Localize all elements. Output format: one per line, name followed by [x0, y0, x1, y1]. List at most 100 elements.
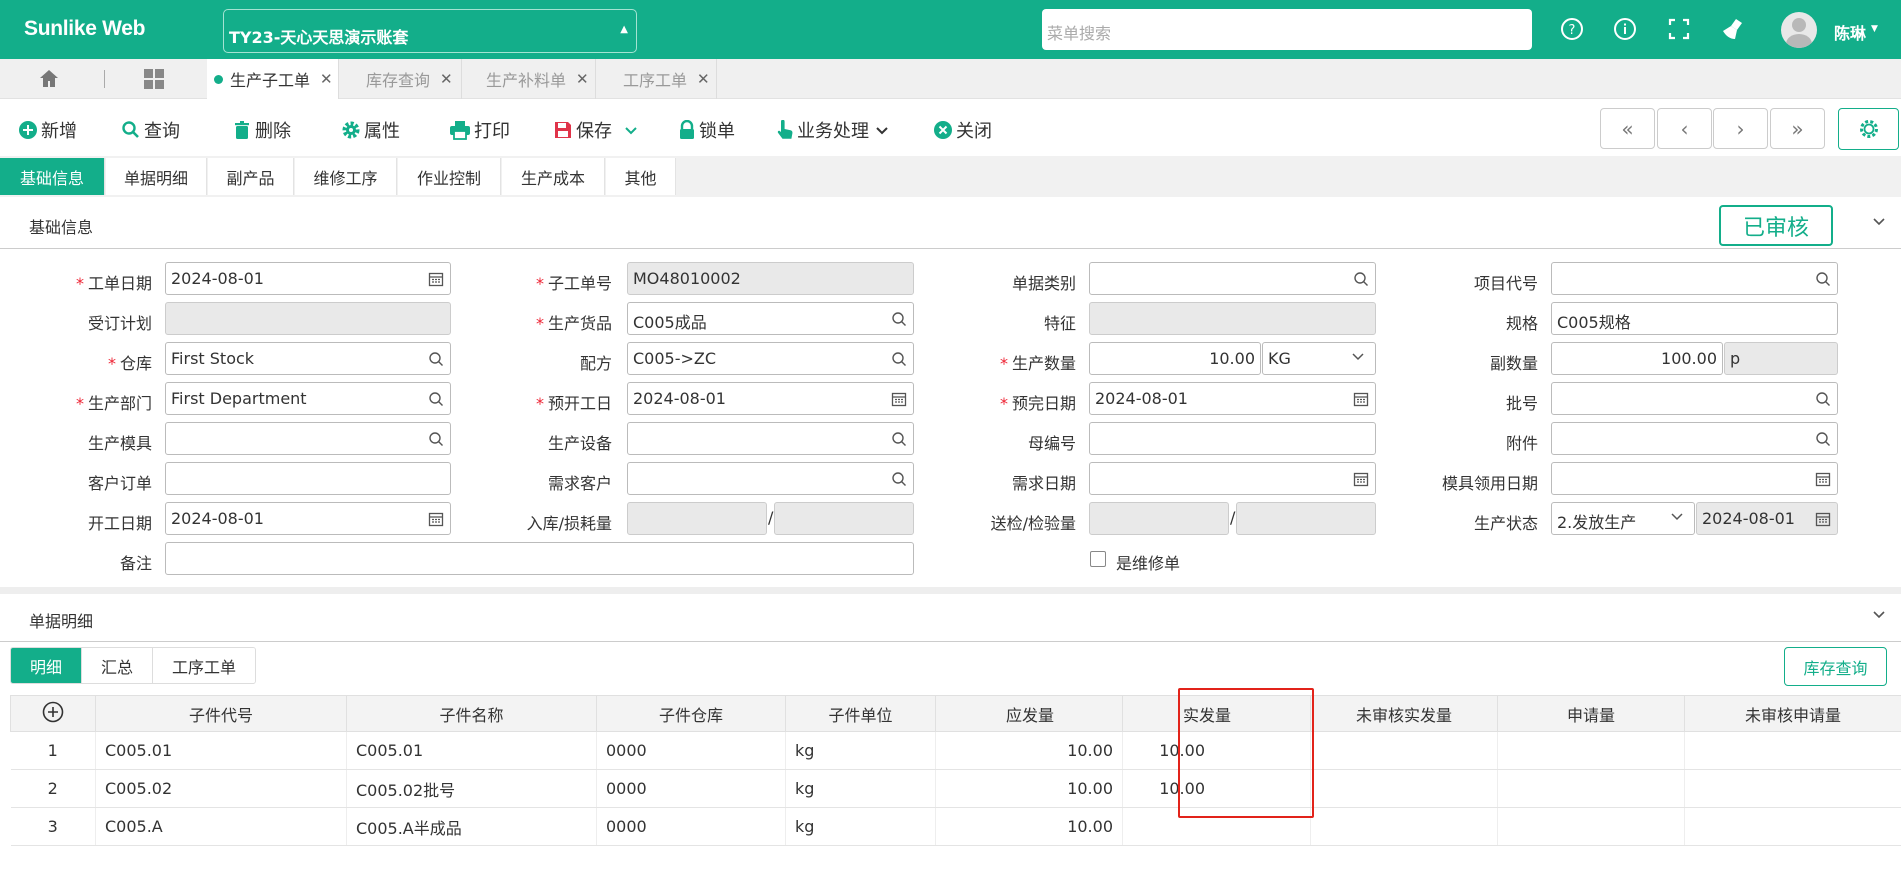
doc-type-field[interactable]	[1089, 262, 1376, 295]
sub-qty-field[interactable]: 100.00	[1551, 342, 1723, 375]
avatar[interactable]	[1781, 12, 1817, 48]
last-record-button[interactable]: »	[1770, 108, 1825, 149]
stock-query-button[interactable]: 库存查询	[1784, 647, 1887, 686]
delete-button[interactable]: 删除	[232, 117, 291, 143]
formula-field[interactable]: C005->ZC	[627, 342, 914, 375]
dept-field[interactable]: First Department	[165, 382, 451, 415]
apply-qty-cell[interactable]	[1497, 731, 1685, 770]
apps-grid-icon[interactable]	[143, 68, 165, 94]
caret-down-icon[interactable]: ▼	[1871, 24, 1878, 34]
page-tab-stock-query[interactable]: 库存查询 ✕	[340, 59, 462, 99]
query-button[interactable]: 查询	[121, 117, 180, 143]
tab-basic-info[interactable]: 基础信息	[0, 158, 105, 195]
table-row[interactable]: 3 C005.A C005.A半成品 0000 kg 10.00	[10, 807, 1901, 846]
remark-field[interactable]	[165, 542, 914, 575]
unapproved-apply-cell[interactable]	[1684, 769, 1901, 808]
unapproved-issued-cell[interactable]	[1310, 731, 1498, 770]
issued-qty-cell[interactable]: 10.00	[1122, 731, 1311, 770]
user-name[interactable]: 陈琳	[1834, 20, 1866, 44]
item-name-cell[interactable]: C005.01	[346, 731, 597, 770]
close-icon[interactable]: ✕	[440, 70, 453, 88]
work-date-field[interactable]: 2024-08-01	[165, 262, 451, 295]
project-code-field[interactable]	[1551, 262, 1838, 295]
item-unit-cell[interactable]: kg	[785, 807, 936, 846]
tab-other[interactable]: 其他	[606, 158, 676, 195]
item-warehouse-cell[interactable]: 0000	[596, 769, 786, 808]
unapproved-issued-cell[interactable]	[1310, 807, 1498, 846]
chevron-down-icon[interactable]	[1871, 606, 1887, 626]
due-qty-cell[interactable]: 10.00	[935, 769, 1123, 808]
parent-no-field[interactable]	[1089, 422, 1376, 455]
mold-date-field[interactable]	[1551, 462, 1838, 495]
first-record-button[interactable]: «	[1600, 108, 1655, 149]
item-warehouse-cell[interactable]: 0000	[596, 731, 786, 770]
close-button[interactable]: 关闭	[933, 117, 992, 143]
column-header[interactable]: 申请量	[1497, 695, 1685, 732]
warehouse-field[interactable]: First Stock	[165, 342, 451, 375]
page-tab-material-supplement[interactable]: 生产补料单 ✕	[463, 59, 596, 99]
column-header[interactable]: 子件名称	[346, 695, 597, 732]
column-header[interactable]: 应发量	[935, 695, 1123, 732]
add-row-button[interactable]	[10, 695, 96, 732]
save-button[interactable]: 保存	[553, 117, 641, 143]
home-icon[interactable]	[38, 68, 60, 94]
item-name-cell[interactable]: C005.02批号	[346, 769, 597, 808]
close-icon[interactable]: ✕	[697, 70, 710, 88]
apply-qty-cell[interactable]	[1497, 769, 1685, 808]
properties-button[interactable]: 属性	[341, 117, 400, 143]
due-qty-cell[interactable]: 10.00	[935, 807, 1123, 846]
column-header[interactable]: 未审核实发量	[1310, 695, 1498, 732]
issued-qty-cell[interactable]	[1122, 807, 1311, 846]
settings-button[interactable]	[1838, 108, 1899, 150]
tab-operation-control[interactable]: 作业控制	[398, 158, 501, 195]
clear-cache-icon[interactable]	[1718, 14, 1748, 44]
info-icon[interactable]	[1610, 14, 1640, 44]
column-header[interactable]: 子件仓库	[596, 695, 786, 732]
start-date-field[interactable]: 2024-08-01	[165, 502, 451, 535]
page-tab-production-sub-order[interactable]: 生产子工单 ✕	[207, 59, 339, 99]
menu-search-input[interactable]: 菜单搜索	[1042, 9, 1532, 50]
tab-process-orders[interactable]: 工序工单	[153, 648, 255, 683]
item-code-cell[interactable]: C005.02	[95, 769, 347, 808]
business-button[interactable]: 业务处理	[776, 117, 892, 143]
spec-field[interactable]: C005规格	[1551, 302, 1838, 335]
batch-field[interactable]	[1551, 382, 1838, 415]
item-unit-cell[interactable]: kg	[785, 731, 936, 770]
prev-record-button[interactable]: ‹	[1657, 108, 1712, 149]
new-button[interactable]: 新增	[18, 117, 77, 143]
column-header[interactable]: 未审核申请量	[1684, 695, 1901, 732]
item-warehouse-cell[interactable]: 0000	[596, 807, 786, 846]
prod-status-select[interactable]: 2.发放生产	[1551, 502, 1695, 535]
unapproved-apply-cell[interactable]	[1684, 807, 1901, 846]
item-code-cell[interactable]: C005.01	[95, 731, 347, 770]
tab-production-cost[interactable]: 生产成本	[502, 158, 605, 195]
help-icon[interactable]: ?	[1557, 14, 1587, 44]
unapproved-apply-cell[interactable]	[1684, 731, 1901, 770]
fullscreen-icon[interactable]	[1664, 14, 1694, 44]
column-header[interactable]: 子件单位	[785, 695, 936, 732]
demand-date-field[interactable]	[1089, 462, 1376, 495]
lock-button[interactable]: 锁单	[678, 117, 735, 143]
qty-field[interactable]: 10.00	[1089, 342, 1261, 375]
mold-field[interactable]	[165, 422, 451, 455]
attachment-field[interactable]	[1551, 422, 1838, 455]
item-name-cell[interactable]: C005.A半成品	[346, 807, 597, 846]
demand-customer-field[interactable]	[627, 462, 914, 495]
plan-start-field[interactable]: 2024-08-01	[627, 382, 914, 415]
page-tab-process-order[interactable]: 工序工单 ✕	[597, 59, 717, 99]
chevron-down-icon[interactable]	[1871, 213, 1887, 233]
tab-by-products[interactable]: 副产品	[208, 158, 294, 195]
customer-order-field[interactable]	[165, 462, 451, 495]
unapproved-issued-cell[interactable]	[1310, 769, 1498, 808]
print-button[interactable]: 打印	[449, 117, 510, 143]
tab-doc-details[interactable]: 单据明细	[106, 158, 207, 195]
next-record-button[interactable]: ›	[1713, 108, 1768, 149]
product-field[interactable]: C005成品	[627, 302, 914, 335]
due-qty-cell[interactable]: 10.00	[935, 731, 1123, 770]
table-row[interactable]: 1 C005.01 C005.01 0000 kg 10.00 10.00	[10, 731, 1901, 770]
close-icon[interactable]: ✕	[320, 70, 333, 88]
plan-end-field[interactable]: 2024-08-01	[1089, 382, 1376, 415]
column-header[interactable]: 子件代号	[95, 695, 347, 732]
apply-qty-cell[interactable]	[1497, 807, 1685, 846]
tab-summary[interactable]: 汇总	[82, 648, 153, 683]
